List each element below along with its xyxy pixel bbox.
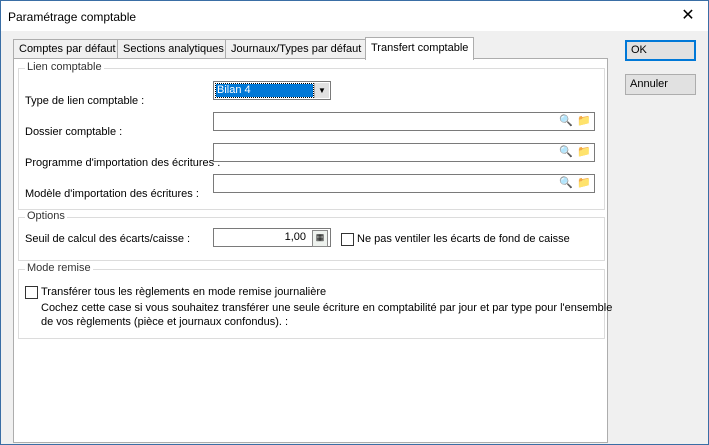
help-text-line1: Cochez cette case si vous souhaitez tran… bbox=[41, 302, 613, 314]
transferer-label: Transférer tous les règlements en mode r… bbox=[41, 286, 327, 298]
group-lien-comptable: Lien comptable Type de lien comptable : … bbox=[18, 61, 605, 210]
group-title-options: Options bbox=[25, 210, 67, 222]
type-lien-select[interactable]: Bilan 4 ▼ bbox=[213, 81, 331, 100]
modele-label: Modèle d'importation des écritures : bbox=[25, 188, 199, 200]
group-mode-remise: Mode remise Transférer tous les règlemen… bbox=[18, 262, 612, 339]
dossier-field[interactable]: 🔍 📁 bbox=[213, 112, 595, 131]
seuil-value: 1,00 bbox=[284, 231, 306, 243]
search-icon[interactable]: 🔍 bbox=[558, 114, 574, 129]
tab-comptes-par-defaut[interactable]: Comptes par défaut bbox=[13, 39, 122, 59]
cancel-button[interactable]: Annuler bbox=[625, 74, 696, 95]
seuil-label: Seuil de calcul des écarts/caisse : bbox=[25, 233, 191, 245]
tab-panel: Lien comptable Type de lien comptable : … bbox=[13, 58, 612, 443]
search-icon[interactable]: 🔍 bbox=[558, 145, 574, 160]
group-title-lien: Lien comptable bbox=[25, 61, 104, 73]
transferer-checkbox[interactable] bbox=[25, 286, 38, 299]
tab-transfert-comptable[interactable]: Transfert comptable bbox=[365, 37, 475, 60]
title-bar: Paramétrage comptable ✕ bbox=[1, 1, 708, 31]
seuil-input[interactable]: 1,00 ▦ bbox=[213, 228, 331, 247]
search-icon[interactable]: 🔍 bbox=[558, 176, 574, 191]
folder-icon[interactable]: 📁 bbox=[576, 114, 592, 129]
dossier-label: Dossier comptable : bbox=[25, 126, 123, 138]
chevron-down-icon[interactable]: ▼ bbox=[314, 83, 329, 98]
folder-icon[interactable]: 📁 bbox=[576, 176, 592, 191]
tab-sections-analytiques[interactable]: Sections analytiques bbox=[117, 39, 230, 59]
close-icon[interactable]: ✕ bbox=[673, 4, 703, 28]
programme-field[interactable]: 🔍 📁 bbox=[213, 143, 595, 162]
window-title: Paramétrage comptable bbox=[8, 10, 137, 24]
dialog-window: Paramétrage comptable ✕ Comptes par défa… bbox=[0, 0, 709, 445]
modele-field[interactable]: 🔍 📁 bbox=[213, 174, 595, 193]
type-lien-label: Type de lien comptable : bbox=[25, 95, 145, 107]
type-lien-value: Bilan 4 bbox=[215, 83, 314, 98]
ok-button[interactable]: OK bbox=[625, 40, 696, 61]
folder-icon[interactable]: 📁 bbox=[576, 145, 592, 160]
programme-label: Programme d'importation des écritures : bbox=[25, 157, 221, 169]
group-title-remise: Mode remise bbox=[25, 262, 93, 274]
group-options: Options Seuil de calcul des écarts/caiss… bbox=[18, 210, 605, 261]
tab-journaux-types[interactable]: Journaux/Types par défaut bbox=[225, 39, 368, 59]
calculator-icon[interactable]: ▦ bbox=[312, 230, 328, 247]
ventiler-label: Ne pas ventiler les écarts de fond de ca… bbox=[357, 233, 570, 245]
ventiler-checkbox[interactable] bbox=[341, 233, 354, 246]
help-text-line2: de vos règlements (pièce et journaux con… bbox=[41, 316, 289, 328]
